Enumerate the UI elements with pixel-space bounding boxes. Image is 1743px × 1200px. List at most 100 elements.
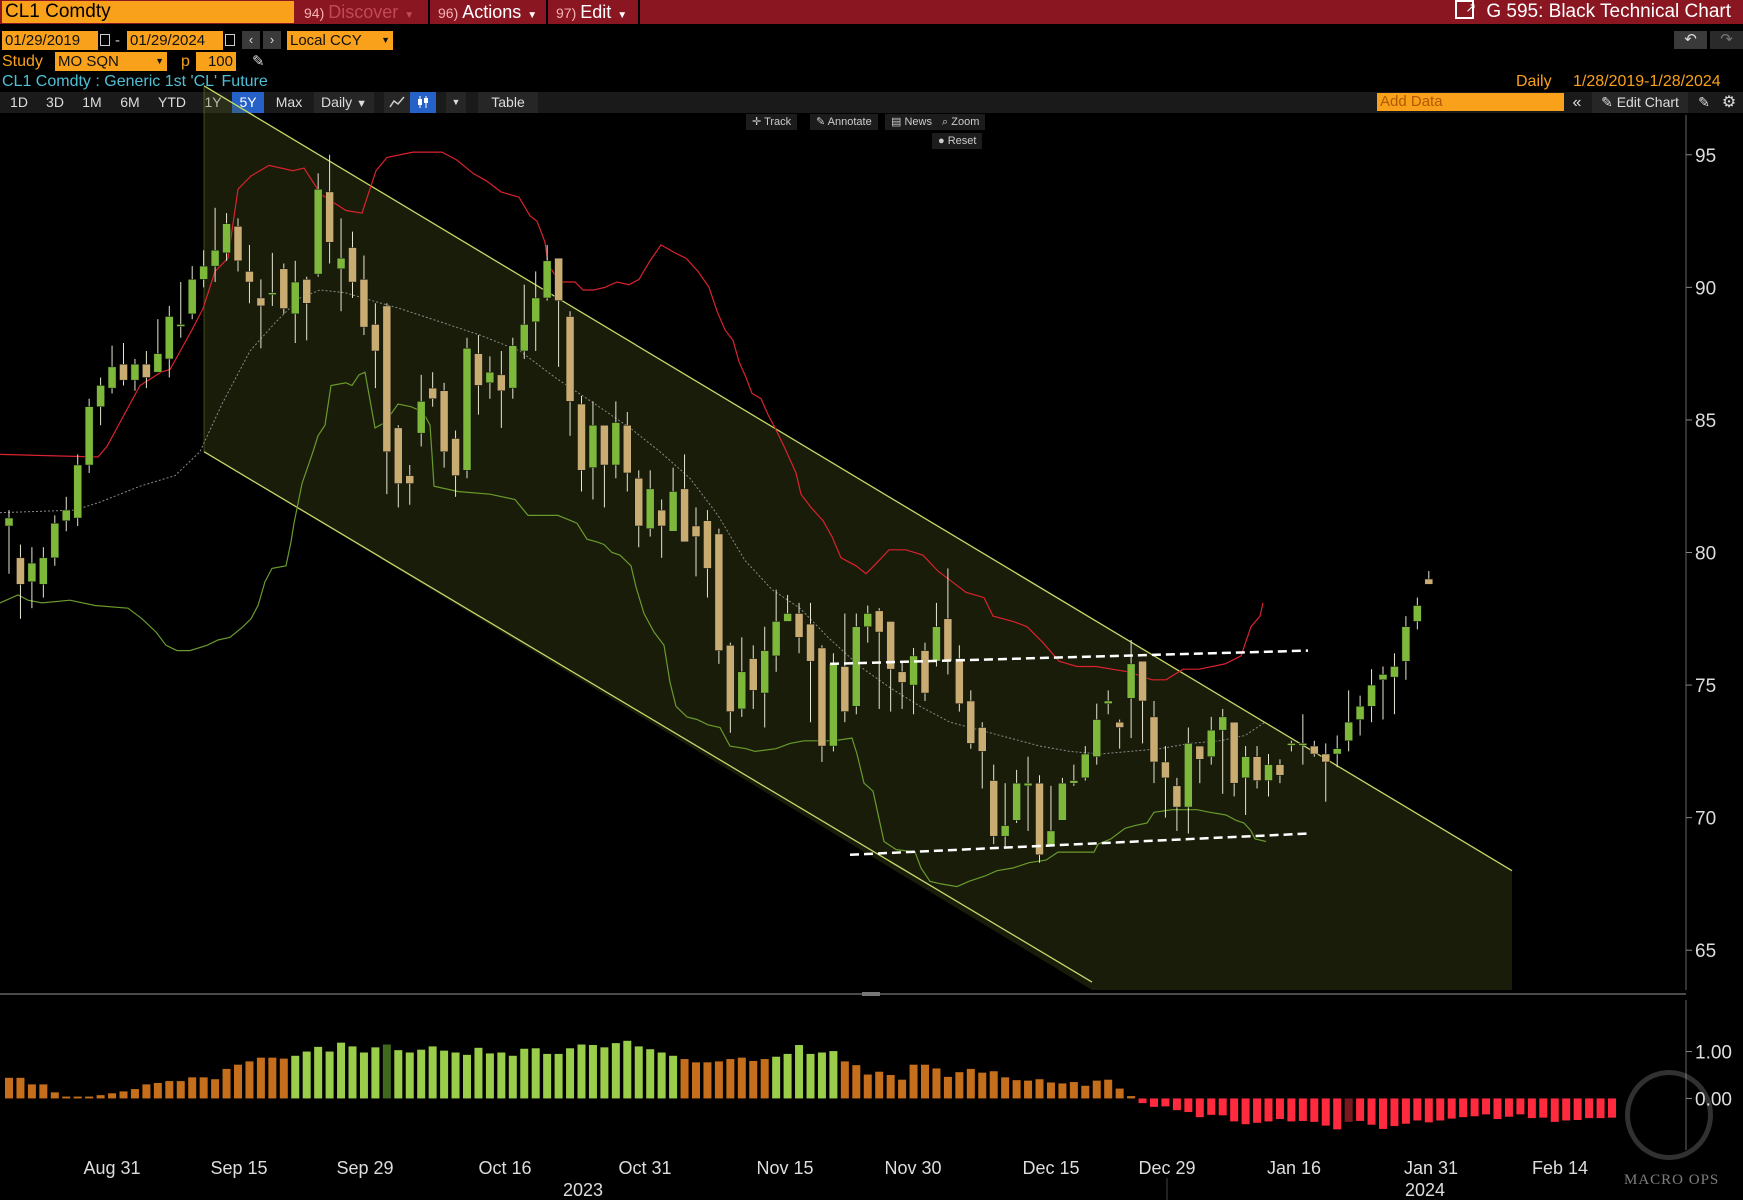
sqn-bar [108, 1093, 117, 1099]
chevron-down-icon[interactable]: ▼ [446, 92, 466, 113]
candle-body [634, 478, 643, 527]
period-6m-button[interactable]: 6M [112, 92, 148, 113]
panel-resize-handle [862, 992, 880, 996]
channel-lower-line [203, 451, 1093, 983]
calendar-icon[interactable] [225, 34, 235, 46]
collapse-icon[interactable]: « [1566, 92, 1588, 113]
period-3d-button[interactable]: 3D [38, 92, 72, 113]
ticker-input[interactable]: CL1 Comdty [2, 1, 294, 23]
candle-body [176, 324, 185, 327]
table-button[interactable]: Table [478, 92, 538, 113]
pencil-icon: ✎ [1601, 94, 1613, 110]
sqn-bar [176, 1081, 185, 1099]
period-1y-button[interactable]: 1Y [196, 92, 230, 113]
track-button[interactable]: ✛ Track [746, 114, 798, 130]
start-date-field[interactable]: 01/29/2019 [2, 31, 98, 50]
candle [428, 372, 437, 407]
sqn-bar [1264, 1098, 1273, 1122]
study-label: Study [2, 53, 43, 70]
period-ytd-button[interactable]: YTD [152, 92, 192, 113]
price-chart[interactable]: 959085807570651.000.00Aug 31 Sep 15 Sep 29… [0, 0, 1743, 1200]
candle [394, 425, 403, 508]
candle-body [966, 700, 976, 744]
candle [657, 499, 666, 558]
page-title-area: ↗ G 595: Black Technical Chart [1455, 0, 1731, 24]
sqn-bar [165, 1081, 174, 1099]
undo-icon[interactable]: ↶ [1674, 31, 1707, 49]
frequency-select[interactable]: Daily ▼ [314, 92, 374, 113]
candle [462, 337, 472, 479]
date-tick-label: Oct 31 [618, 1158, 671, 1178]
menu-actions[interactable]: 96) Actions ▼ [432, 0, 544, 24]
reset-icon: ● [938, 135, 945, 147]
candle [1310, 740, 1319, 757]
news-icon: ▤ [891, 116, 902, 128]
candle-body [84, 406, 94, 466]
redo-icon[interactable]: ↷ [1710, 31, 1743, 49]
candle [142, 350, 151, 389]
sqn-bar [1024, 1080, 1033, 1099]
edit-icon[interactable]: ✎ [1694, 92, 1714, 113]
edit-chart-button[interactable]: ✎ Edit Chart [1592, 92, 1688, 113]
candle [416, 374, 426, 447]
sqn-bar [1401, 1098, 1410, 1124]
sqn-bar [978, 1072, 987, 1099]
sqn-bar [142, 1084, 151, 1099]
period-5y-button[interactable]: 5Y [232, 92, 264, 113]
next-period-button[interactable]: › [263, 31, 281, 49]
news-button[interactable]: ▤ News [885, 114, 938, 130]
study-select[interactable]: MO SQN ▼ [55, 52, 167, 71]
candle-body [428, 387, 437, 399]
menu-edit[interactable]: 97) Edit ▼ [550, 0, 636, 24]
candle [268, 252, 277, 306]
menu-discover[interactable]: 94) Discover ▼ [298, 0, 426, 24]
period-1d-button[interactable]: 1D [2, 92, 36, 113]
candle [817, 645, 827, 762]
prev-period-button[interactable]: ‹ [242, 31, 260, 49]
candle-body [142, 363, 151, 378]
candle [852, 613, 861, 715]
pencil-icon[interactable]: ✎ [252, 52, 265, 70]
sqn-bar [1482, 1098, 1491, 1115]
year-label: 2024 [1405, 1180, 1445, 1200]
reset-button[interactable]: ● Reset [932, 133, 983, 149]
candle [542, 244, 552, 301]
line-chart-icon[interactable] [384, 92, 410, 113]
currency-select[interactable]: Local CCY ▼ [287, 31, 393, 50]
sqn-bar [130, 1089, 139, 1099]
candle-body [1103, 700, 1113, 704]
sqn-bar [291, 1055, 300, 1099]
period-param-input[interactable]: 100 [196, 52, 236, 71]
sqn-bar [600, 1047, 609, 1099]
candle-body [1058, 782, 1067, 821]
period-1m-button[interactable]: 1M [75, 92, 109, 113]
period-max-button[interactable]: Max [268, 92, 310, 113]
candle-body [1367, 684, 1376, 707]
candlestick-icon[interactable] [410, 92, 436, 113]
end-date-field[interactable]: 01/29/2024 [127, 31, 223, 50]
sqn-bar [1230, 1098, 1239, 1122]
zoom-button[interactable]: ⌕ Zoom [936, 114, 986, 130]
sqn-bar [1447, 1098, 1456, 1119]
candle-body [691, 525, 701, 537]
sqn-bar [1218, 1098, 1227, 1116]
export-icon[interactable]: ↗ [1455, 0, 1476, 19]
sqn-bar [795, 1045, 804, 1099]
candle [1413, 597, 1422, 630]
calendar-icon[interactable] [100, 34, 110, 46]
annotate-button[interactable]: ✎ Annotate [810, 114, 878, 130]
add-data-input[interactable]: Add Data [1377, 93, 1564, 111]
candle-body [749, 658, 758, 691]
sqn-bar [1585, 1098, 1594, 1119]
sqn-bar [5, 1077, 13, 1099]
candle [1275, 759, 1285, 784]
gear-icon[interactable]: ⚙ [1718, 92, 1740, 113]
sqn-bar [737, 1057, 746, 1099]
candle-body [1012, 782, 1021, 821]
sqn-bar [932, 1068, 941, 1099]
sqn-bar [199, 1077, 208, 1099]
candle-body [1264, 764, 1273, 781]
watermark-logo [1625, 1070, 1713, 1160]
candle [531, 271, 540, 351]
candle [1229, 721, 1239, 797]
